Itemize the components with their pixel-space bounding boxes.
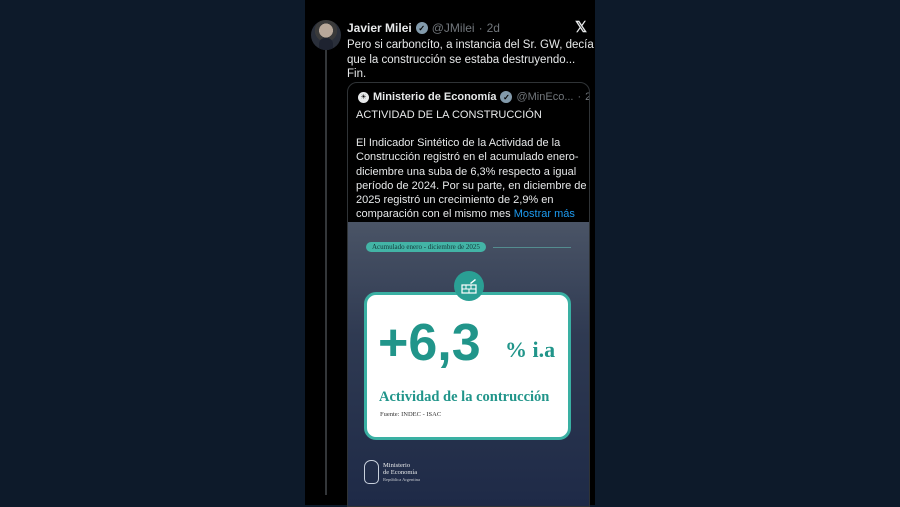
ministry-footer-logo: Ministerio de Economía República Argenti… bbox=[364, 460, 420, 484]
quoted-body-line: El Indicador Sintético de la Actividad d… bbox=[356, 137, 561, 149]
post-text-line: Fin. bbox=[347, 68, 367, 80]
period-pill: Acumulado enero - diciembre de 2025 bbox=[366, 242, 486, 252]
stat-source: Fuente: INDEC - ISAC bbox=[380, 411, 442, 418]
quoted-body-line-last: comparación con el mismo mes Mostrar más bbox=[356, 207, 586, 221]
verified-badge-icon: ✓ bbox=[415, 22, 428, 34]
separator-dot: · bbox=[478, 21, 483, 35]
quoted-post-title: ACTIVIDAD DE LA CONSTRUCCIÓN bbox=[356, 109, 542, 121]
post-text-line: Pero si carboncíto, a instancia del Sr. … bbox=[347, 39, 594, 51]
author-name[interactable]: Javier Milei bbox=[347, 21, 412, 35]
footer-subline: República Argentina bbox=[383, 476, 421, 482]
stat-value: +6,3 bbox=[378, 314, 481, 372]
footer-line: Ministerio bbox=[383, 461, 411, 469]
ministry-footer-text: Ministerio de Economía República Argenti… bbox=[383, 462, 420, 483]
stat-box: +6,3 % i.a Actividad de la contrucción F… bbox=[364, 292, 571, 440]
avatar[interactable] bbox=[311, 20, 341, 50]
separator-dot: · bbox=[577, 91, 582, 103]
x-logo-icon[interactable]: 𝕏 bbox=[575, 18, 587, 36]
ministry-logo-icon: ☀ bbox=[358, 91, 369, 103]
pill-divider bbox=[493, 247, 571, 248]
quoted-body-line: diciembre una suba de 6,3% respecto a ig… bbox=[356, 165, 577, 178]
thread-line bbox=[325, 50, 327, 495]
quoted-author-handle[interactable]: @MinEco... bbox=[516, 91, 573, 103]
quoted-body-line: 2025 registró un crecimiento de 2,9% en bbox=[356, 194, 554, 207]
quoted-body-line: período de 2024. Por su parte, en diciem… bbox=[356, 179, 587, 192]
show-more-link[interactable]: Mostrar más bbox=[514, 208, 575, 220]
brick-wall-icon bbox=[454, 271, 484, 301]
quoted-post-header: ☀ Ministerio de Economía ✓ @MinEco... · … bbox=[358, 91, 589, 103]
post-time[interactable]: 2d bbox=[487, 21, 500, 35]
quoted-post[interactable]: ☀ Ministerio de Economía ✓ @MinEco... · … bbox=[347, 82, 590, 507]
post-text: Pero si carboncíto, a instancia del Sr. … bbox=[347, 38, 594, 82]
quoted-body-line: Construcción registró en el acumulado en… bbox=[356, 151, 579, 164]
quoted-author-name[interactable]: Ministerio de Economía bbox=[373, 91, 496, 103]
stat-unit: % i.a bbox=[505, 337, 556, 362]
post-text-line: que la construcción se estaba destruyend… bbox=[347, 53, 576, 66]
footer-line: de Economía bbox=[383, 468, 418, 476]
quoted-body-line: comparación con el mismo mes bbox=[356, 208, 511, 221]
infographic-image[interactable]: Acumulado enero - diciembre de 2025 +6,3… bbox=[348, 222, 589, 506]
author-handle[interactable]: @JMilei bbox=[432, 21, 475, 35]
quoted-post-body: El Indicador Sintético de la Actividad d… bbox=[356, 136, 587, 222]
post-header: Javier Milei ✓ @JMilei · 2d bbox=[347, 20, 500, 36]
coat-of-arms-icon bbox=[364, 460, 379, 484]
quoted-post-time[interactable]: 2d bbox=[585, 91, 589, 103]
verified-badge-icon: ✓ bbox=[500, 91, 513, 103]
stat-caption: Actividad de la contrucción bbox=[379, 389, 550, 405]
